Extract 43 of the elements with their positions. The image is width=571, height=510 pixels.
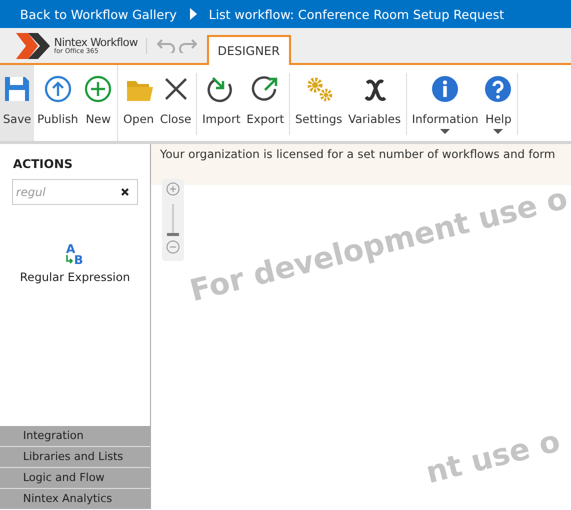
chevron-right-icon: [188, 8, 197, 20]
action-item[interactable]: Regular Expression: [20, 270, 130, 284]
chevron-logo-icon: [14, 31, 52, 61]
toolbar-button[interactable]: Open: [120, 73, 157, 135]
redo-icon: [178, 37, 197, 53]
caret-down-icon: [493, 129, 504, 134]
clear-button[interactable]: [121, 188, 129, 196]
toolbar-button[interactable]: Save: [0, 65, 34, 141]
toolbar-button[interactable]: New: [81, 65, 116, 141]
caret-down-icon: [440, 129, 450, 134]
watermark-text: nt use o: [422, 424, 564, 491]
category-item[interactable]: Integration: [0, 426, 150, 446]
toolbar-button[interactable]: Information: [408, 73, 482, 135]
back-link[interactable]: Back to Workflow Gallery: [20, 6, 177, 22]
toolbar-button[interactable]: Export: [243, 73, 288, 135]
toolbar-button[interactable]: Settings: [292, 73, 346, 135]
category-item[interactable]: Logic and Flow: [0, 468, 150, 488]
category-item[interactable]: Nintex Analytics: [0, 489, 150, 509]
designer-tab[interactable]: DESIGNER: [206, 35, 291, 65]
up-arrow-circle-icon: [44, 75, 72, 103]
toolbar-button[interactable]: Help: [481, 73, 516, 135]
gears-icon: [304, 75, 333, 103]
info-icon: [431, 75, 460, 103]
category-item[interactable]: Libraries and Lists: [0, 447, 150, 467]
plus-circle-icon: [84, 75, 112, 103]
zoom-out-icon: [166, 240, 180, 254]
toolbar-button[interactable]: Publish: [34, 65, 82, 141]
close-icon: [121, 188, 129, 196]
logo-name: Nintex Workflow: [54, 37, 138, 48]
toolbar-button[interactable]: Close: [156, 73, 194, 135]
arrow-out-of-circle-icon: [251, 75, 280, 103]
bent-arrow-icon: [66, 255, 74, 264]
zoom-in-icon: [166, 182, 180, 196]
slider-thumb[interactable]: [167, 233, 179, 236]
license-notice: Your organization is licensed for a set number of workflows and form: [151, 144, 571, 185]
toolbar-button[interactable]: Import: [199, 73, 244, 135]
help-icon: [484, 75, 512, 103]
breadcrumb-current: List workflow: Conference Room Setup Request: [208, 6, 504, 22]
icon-letter: A: [66, 243, 76, 254]
icon-letter: B: [74, 254, 84, 266]
panel-title: ACTIONS: [12, 156, 74, 171]
undo-icon: [156, 37, 175, 53]
toolbar-button[interactable]: Variables: [345, 73, 404, 135]
